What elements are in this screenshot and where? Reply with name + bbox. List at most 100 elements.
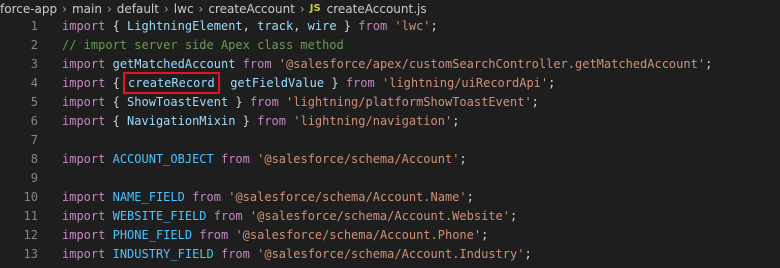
code-token: ; — [430, 19, 438, 33]
breadcrumb-item-createaccount[interactable]: createAccount — [208, 0, 295, 18]
code-line[interactable]: 13 import INDUSTRY_FIELD from '@salesforc… — [0, 245, 780, 264]
code-token: { — [105, 95, 128, 109]
code-token: from — [220, 247, 250, 261]
line-source: import { LightningElement, track, wire }… — [62, 17, 438, 36]
line-source: import PHONE_FIELD from '@salesforce/sch… — [62, 226, 488, 245]
code-token: getMatchedAccount — [112, 57, 236, 71]
code-token: from — [220, 152, 250, 166]
line-number: 8 — [30, 152, 38, 166]
code-token: track — [257, 19, 294, 33]
code-token: LightningElement — [127, 19, 243, 33]
code-line[interactable]: 2 // import server side Apex class method — [0, 36, 780, 55]
code-line[interactable]: 10 import NAME_FIELD from '@salesforce/sc… — [0, 188, 780, 207]
code-token: , — [215, 76, 231, 90]
code-line[interactable]: 11 import WEBSITE_FIELD from '@salesforce… — [0, 207, 780, 226]
code-token: '@salesforce/schema/Account.Phone' — [235, 228, 482, 242]
breadcrumb-item-file[interactable]: createAccount.js — [327, 0, 427, 18]
code-token: from — [257, 114, 287, 128]
code-token: getFieldValue — [230, 76, 325, 90]
code-line[interactable]: 9 — [0, 169, 780, 188]
code-token: import — [62, 209, 106, 223]
highlighted-token: createRecord — [123, 72, 220, 94]
line-number: 1 — [30, 19, 38, 33]
line-source: import NAME_FIELD from '@salesforce/sche… — [62, 188, 474, 207]
line-source: import { NavigationMixin } from 'lightni… — [62, 112, 459, 131]
breadcrumb-item-lwc[interactable]: lwc — [174, 0, 194, 18]
code-token: { — [105, 19, 128, 33]
line-source: import ACCOUNT_OBJECT from '@salesforce/… — [62, 150, 467, 169]
code-token: '@salesforce/schema/Account.Name' — [228, 190, 467, 204]
code-token: '@salesforce/schema/Account.Industry' — [257, 247, 525, 261]
code-token: WEBSITE_FIELD — [112, 209, 207, 223]
code-token: from — [249, 95, 279, 109]
chevron-right-icon: › — [106, 2, 112, 16]
code-token: ; — [481, 228, 489, 242]
code-token: ; — [524, 247, 532, 261]
code-line[interactable]: 7 — [0, 131, 780, 150]
line-number: 2 — [30, 38, 38, 52]
code-token: import — [62, 228, 106, 242]
code-token: { — [105, 114, 128, 128]
code-token: ; — [459, 152, 467, 166]
code-token: import — [62, 247, 106, 261]
line-source: import getMatchedAccount from '@salesfor… — [62, 55, 712, 74]
line-number: 4 — [30, 76, 38, 90]
code-token: ShowToastEvent — [127, 95, 229, 109]
breadcrumb-item-main[interactable]: main — [72, 0, 102, 18]
line-number: 7 — [30, 133, 38, 147]
code-token: ; — [705, 57, 713, 71]
line-number: 3 — [30, 57, 38, 71]
code-token: { — [105, 76, 128, 90]
breadcrumb-item-force-app[interactable]: force-app — [0, 0, 57, 18]
code-line[interactable]: 1 import { LightningElement, track, wire … — [0, 17, 780, 36]
code-token: from — [242, 57, 272, 71]
code-token: } — [228, 95, 250, 109]
code-token: ; — [466, 190, 474, 204]
code-token: import — [62, 190, 106, 204]
line-number: 9 — [30, 171, 38, 185]
code-line[interactable]: 5 import { ShowToastEvent } from 'lightni… — [0, 93, 780, 112]
code-token: import — [62, 57, 106, 71]
chevron-right-icon: › — [198, 2, 204, 16]
code-line[interactable]: 12 import PHONE_FIELD from '@salesforce/s… — [0, 226, 780, 245]
code-line[interactable]: 8 import ACCOUNT_OBJECT from '@salesforce… — [0, 150, 780, 169]
code-token: 'lightning/platformShowToastEvent' — [286, 95, 532, 109]
breadcrumb-item-default[interactable]: default — [117, 0, 159, 18]
code-token: NavigationMixin — [127, 114, 236, 128]
code-token: 'lwc' — [394, 19, 431, 33]
code-token: , — [293, 19, 308, 33]
code-token: from — [358, 19, 388, 33]
line-source: import { ShowToastEvent } from 'lightnin… — [62, 93, 539, 112]
code-area[interactable]: 1 import { LightningElement, track, wire … — [0, 17, 780, 264]
code-token: ; — [548, 76, 556, 90]
code-editor[interactable]: force-app › main › default › lwc › creat… — [0, 0, 780, 268]
line-number: 6 — [30, 114, 38, 128]
line-number: 12 — [23, 228, 38, 242]
code-token: ; — [452, 114, 460, 128]
code-line[interactable]: 4 import { createRecord, getFieldValue } … — [0, 72, 780, 94]
line-number: 13 — [23, 247, 38, 261]
line-source: // import server side Apex class method — [62, 36, 344, 55]
code-line[interactable]: 6 import { NavigationMixin } from 'lightn… — [0, 112, 780, 131]
code-token: import — [62, 76, 106, 90]
code-token: '@salesforce/schema/Account.Website' — [249, 209, 510, 223]
code-line[interactable]: 3 import getMatchedAccount from '@salesfo… — [0, 55, 780, 74]
breadcrumb: force-app › main › default › lwc › creat… — [0, 0, 780, 18]
code-token: ACCOUNT_OBJECT — [112, 152, 214, 166]
line-number: 11 — [23, 209, 38, 223]
code-token: 'lightning/uiRecordApi' — [381, 76, 549, 90]
code-token: import — [62, 19, 106, 33]
line-source: import { createRecord, getFieldValue } f… — [62, 72, 556, 94]
chevron-right-icon: › — [62, 2, 67, 16]
code-token: import — [62, 114, 106, 128]
